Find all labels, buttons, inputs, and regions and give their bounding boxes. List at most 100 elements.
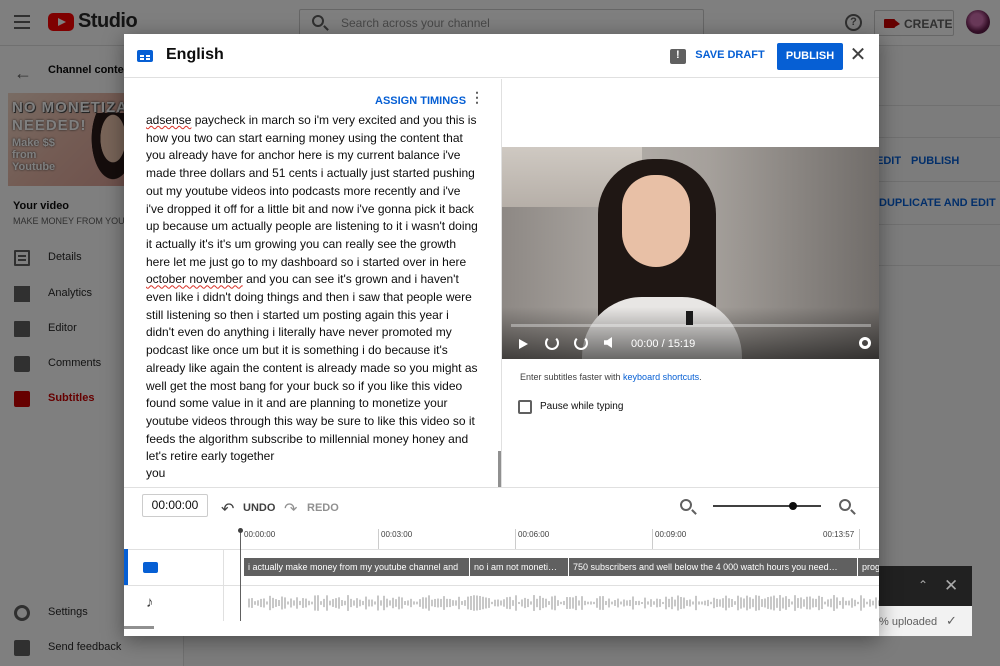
waveform-bar — [371, 599, 373, 607]
waveform-bar — [806, 596, 808, 610]
waveform-bar — [422, 597, 424, 609]
waveform-bar — [833, 595, 835, 611]
waveform-bar — [842, 597, 844, 609]
waveform-bar — [863, 598, 865, 608]
waveform-bar — [332, 599, 334, 607]
dialog-header: English SAVE DRAFT PUBLISH ✕ — [124, 34, 879, 78]
subtitle-segment[interactable]: prog — [858, 558, 879, 576]
transcript-textarea[interactable]: adsense paycheck in march so i'm very ex… — [146, 112, 478, 466]
transcript-last-line[interactable]: you — [146, 466, 165, 480]
video-player[interactable]: 00:00 / 15:19 — [502, 147, 879, 359]
subtitle-marker — [686, 311, 693, 325]
waveform-bar — [479, 595, 481, 611]
waveform-bar — [845, 600, 847, 606]
waveform-bar — [527, 598, 529, 608]
waveform-bar — [545, 598, 547, 608]
scrollbar[interactable] — [498, 451, 501, 487]
redo-icon[interactable]: ↷ — [284, 499, 297, 519]
zoom-slider-handle[interactable] — [789, 502, 797, 510]
close-icon[interactable]: ✕ — [944, 576, 958, 596]
waveform-bar — [365, 596, 367, 610]
rewind-icon[interactable] — [545, 336, 559, 350]
ruler-label: 00:09:00 — [655, 530, 687, 539]
assign-timings-button[interactable]: ASSIGN TIMINGS — [375, 95, 466, 107]
waveform-bar — [293, 600, 295, 606]
waveform-bar — [872, 600, 874, 606]
waveform-bar — [503, 599, 505, 607]
waveform-bar — [287, 601, 289, 605]
publish-button[interactable]: PUBLISH — [777, 43, 843, 70]
waveform-bar — [416, 601, 418, 605]
undo-icon[interactable]: ↶ — [221, 499, 234, 519]
waveform-bar — [647, 601, 649, 605]
close-icon[interactable]: ✕ — [848, 45, 868, 65]
waveform-bar — [602, 596, 604, 610]
waveform-bar — [347, 595, 349, 611]
video-frame-person-face — [622, 175, 690, 267]
waveform-bar — [329, 600, 331, 606]
pause-while-typing-label[interactable]: Pause while typing — [540, 401, 623, 412]
waveform-bar — [776, 598, 778, 608]
chevron-up-icon[interactable]: ⌃ — [918, 578, 928, 592]
waveform-bar — [521, 599, 523, 607]
settings-gear-icon[interactable] — [859, 337, 871, 349]
waveform-bar — [599, 596, 601, 610]
waveform-bar — [395, 599, 397, 607]
waveform-bar — [674, 599, 676, 607]
waveform-bar — [746, 595, 748, 611]
current-time-input[interactable]: 00:00:00 — [142, 494, 208, 517]
ruler-tick — [652, 529, 653, 549]
waveform-bar — [815, 598, 817, 608]
waveform-bar — [296, 597, 298, 609]
waveform-bar — [731, 599, 733, 607]
waveform-bar — [722, 598, 724, 608]
subtitle-segment[interactable]: 750 subscribers and well below the 4 000… — [569, 558, 858, 576]
waveform-bar — [356, 598, 358, 608]
timeline-playhead[interactable] — [240, 529, 241, 621]
waveform-bar — [362, 600, 364, 606]
play-icon[interactable] — [519, 339, 528, 349]
waveform-bar — [857, 601, 859, 605]
save-draft-button[interactable]: SAVE DRAFT — [694, 49, 766, 61]
report-feedback-icon[interactable] — [670, 49, 686, 64]
waveform-bar — [278, 600, 280, 606]
waveform-bar — [821, 596, 823, 610]
subtitle-segment[interactable]: i actually make money from my youtube ch… — [244, 558, 470, 576]
waveform-bar — [467, 596, 469, 610]
playhead-handle[interactable] — [238, 528, 243, 533]
waveform-bar — [650, 599, 652, 607]
subtitle-segment[interactable]: no i am not moneti… — [470, 558, 569, 576]
waveform-bar — [839, 600, 841, 606]
fast-forward-icon[interactable] — [574, 336, 588, 350]
zoom-in-icon[interactable] — [839, 499, 851, 511]
undo-button[interactable]: UNDO — [243, 502, 275, 514]
closed-captions-icon — [143, 562, 158, 573]
waveform-bar — [575, 595, 577, 611]
waveform-bar — [761, 599, 763, 607]
waveform-bar — [572, 597, 574, 609]
zoom-out-icon[interactable] — [680, 499, 692, 511]
hint-end: . — [699, 372, 702, 382]
timeline-scrollbar[interactable] — [124, 626, 154, 629]
waveform-bar — [428, 595, 430, 611]
waveform-bar — [551, 596, 553, 610]
more-options-icon[interactable]: ⋮ — [470, 90, 484, 104]
waveform-bar — [536, 598, 538, 608]
waveform-bar — [350, 598, 352, 608]
waveform-bar — [509, 596, 511, 610]
zoom-slider[interactable] — [713, 505, 821, 507]
waveform-bar — [401, 597, 403, 609]
redo-button[interactable]: REDO — [307, 502, 339, 514]
waveform-bar — [830, 598, 832, 608]
waveform-bar — [314, 595, 316, 611]
waveform-bar — [344, 600, 346, 606]
waveform-bar — [689, 599, 691, 607]
waveform-bar — [494, 599, 496, 607]
waveform-bar — [665, 596, 667, 610]
pause-while-typing-checkbox[interactable] — [518, 400, 532, 414]
keyboard-shortcuts-link[interactable]: keyboard shortcuts — [623, 372, 699, 382]
waveform-bar — [566, 597, 568, 609]
subtitles-editor-dialog: English SAVE DRAFT PUBLISH ✕ ASSIGN TIMI… — [124, 34, 879, 636]
waveform-bar — [512, 600, 514, 606]
waveform-bar — [563, 600, 565, 606]
